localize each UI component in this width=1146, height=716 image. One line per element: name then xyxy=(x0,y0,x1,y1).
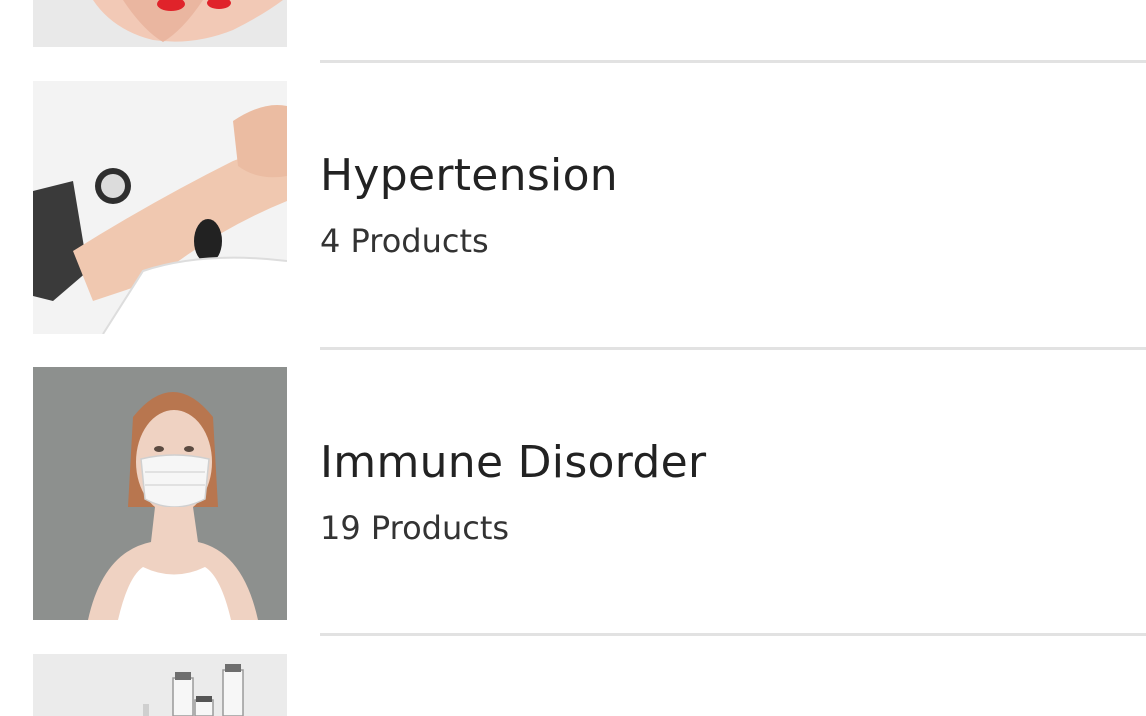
category-title: Hypertension xyxy=(320,150,618,201)
category-row-immune-disorder[interactable]: Immune Disorder 19 Products xyxy=(0,349,1146,636)
category-product-count: 19 Products xyxy=(320,509,510,547)
category-list: Hypertension 4 Products Immune Disorder … xyxy=(0,0,1146,716)
category-product-count: 4 Products xyxy=(320,222,489,260)
category-thumbnail-face-mask xyxy=(33,367,287,620)
category-row-bottom-partial[interactable] xyxy=(0,636,1146,716)
category-thumbnail-blood-pressure xyxy=(33,81,287,334)
category-row-top-partial[interactable] xyxy=(0,0,1146,63)
category-row-hypertension[interactable]: Hypertension 4 Products xyxy=(0,62,1146,350)
category-title: Immune Disorder xyxy=(320,437,707,488)
category-thumbnail-hands-heart xyxy=(33,0,287,47)
category-thumbnail-vials xyxy=(33,654,287,716)
